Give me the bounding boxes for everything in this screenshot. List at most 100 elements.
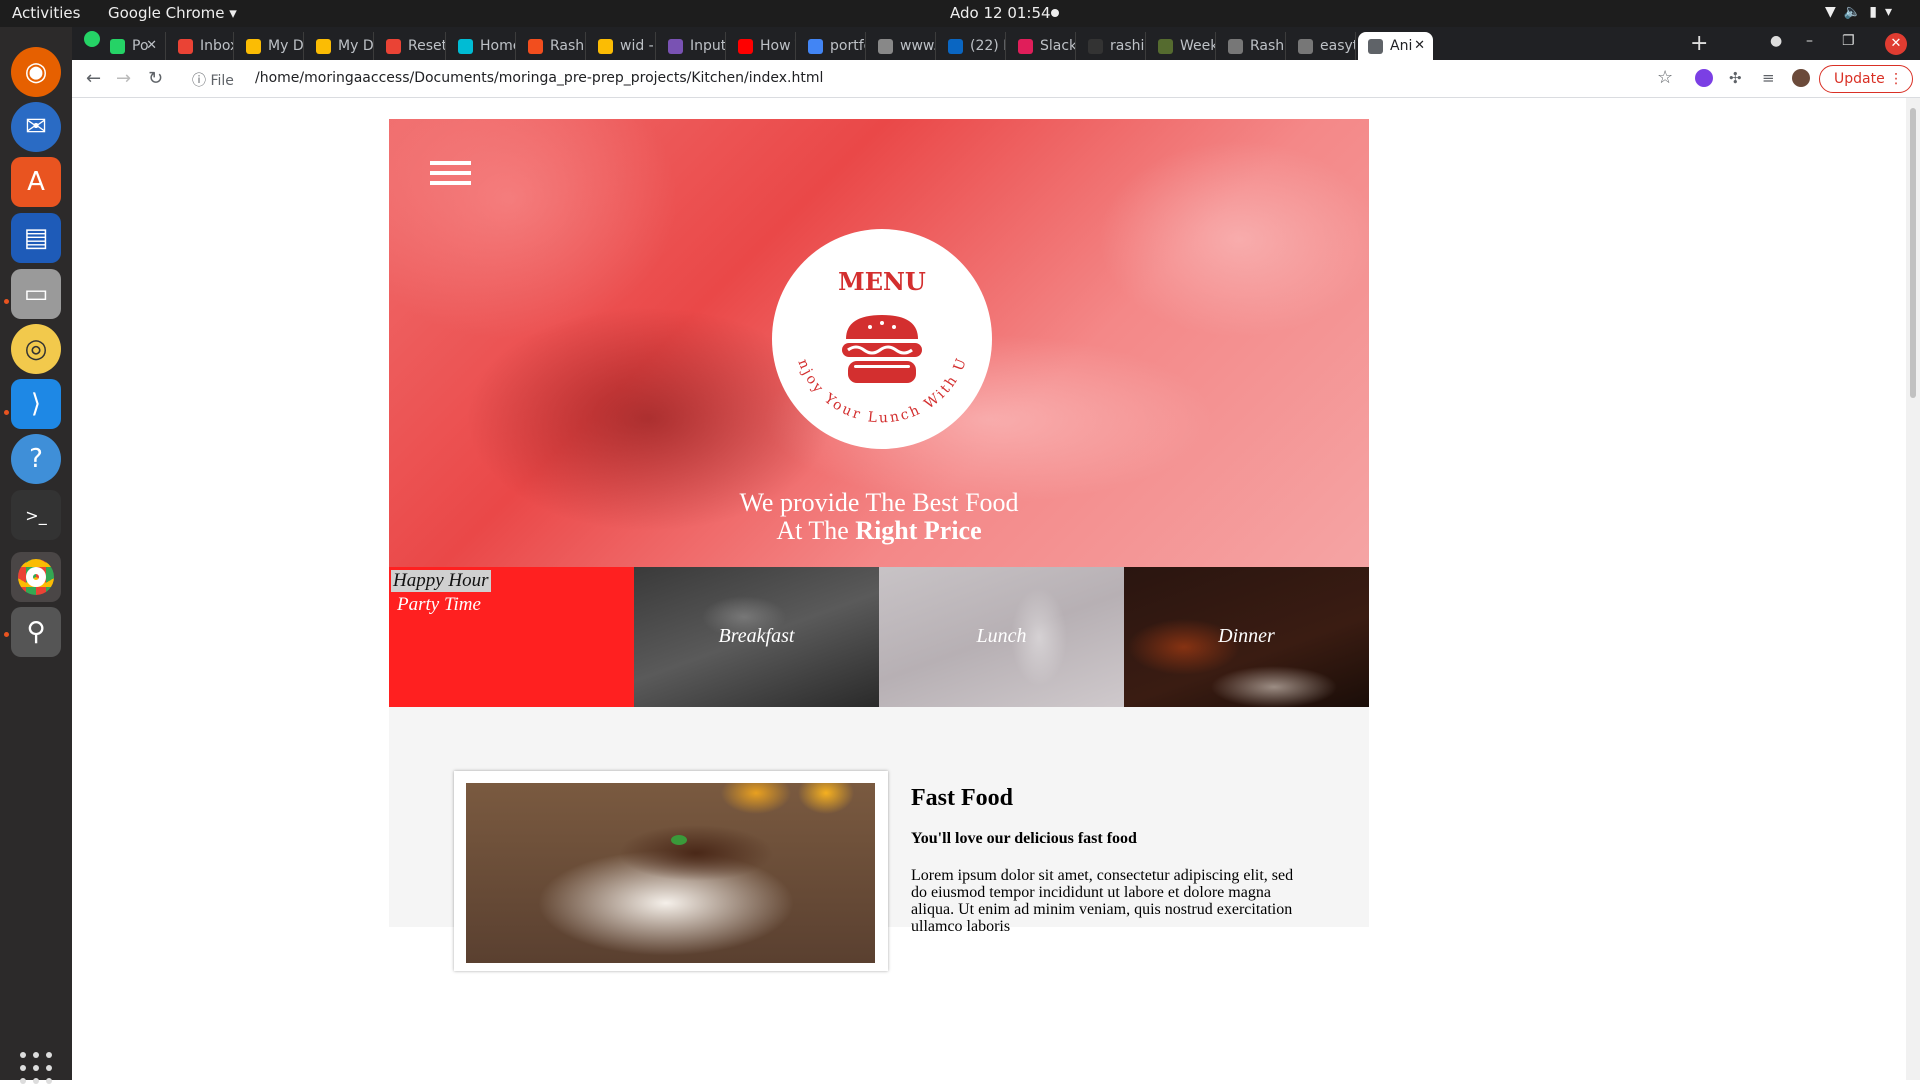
reload-button[interactable]: ↻ [148,68,163,89]
hamburger-menu-icon[interactable] [430,161,471,185]
browser-tab[interactable]: Input [658,32,726,60]
writer-icon[interactable]: ▤ [11,213,61,263]
site-info[interactable]: ⓘ File [192,70,234,90]
browser-tab[interactable]: Rashic [1218,32,1286,60]
terminal-icon[interactable]: >_ [11,490,61,540]
bookmark-star-icon[interactable]: ☆ [1657,67,1673,88]
browser-tab[interactable]: Week [1148,32,1216,60]
browser-tab[interactable]: easyta [1288,32,1356,60]
scroll-thumb[interactable] [1910,108,1916,398]
browser-tab[interactable]: www. [868,32,936,60]
chrome-icon[interactable] [11,552,61,602]
tab-label: My Dr [338,38,374,54]
tab-label: Home [480,38,515,54]
dinner-label: Dinner [1218,625,1275,647]
close-window-button[interactable]: ✕ [1885,33,1907,55]
breakfast-card[interactable]: Breakfast [634,567,879,707]
activities-button[interactable]: Activities [12,4,80,22]
dinner-card[interactable]: Dinner [1124,567,1369,707]
power-icon: ▾ [1884,4,1900,20]
browser-tab[interactable]: My Dr [306,32,374,60]
tab-favicon-icon [1368,39,1383,54]
restore-button[interactable]: ❐ [1842,33,1855,49]
browser-tab[interactable]: Reset [376,32,446,60]
app-menu[interactable]: Google Chrome ▾ [108,4,237,22]
hero-tagline: We provide The Best Food At The Right Pr… [389,489,1369,545]
tab-label: Slack | [1040,38,1076,54]
svg-text:Enjoy Your Lunch With Us: Enjoy Your Lunch With Us [772,229,971,426]
tab-favicon-icon [1298,39,1313,54]
browser-tab[interactable]: Slack | [1008,32,1076,60]
update-button[interactable]: Update ⋮ [1819,65,1913,93]
tab-label: (22) B [970,38,1005,54]
whatsapp-tab-icon[interactable] [84,31,100,51]
info-icon: ⓘ [192,73,211,89]
tab-favicon-icon [808,39,823,54]
forward-button[interactable]: → [116,68,131,89]
vscode-icon[interactable]: ⟩ [11,379,61,429]
tab-close-icon[interactable]: ✕ [146,38,157,53]
happy-hour-card[interactable]: Happy Hour Party Time [389,567,634,707]
screenshot-tool-icon[interactable]: ⚲ [11,607,61,657]
tab-label: www. [900,38,936,54]
tab-favicon-icon [110,39,125,54]
browser-tab[interactable]: Rashic [518,32,586,60]
browser-tab[interactable]: rashid [1078,32,1146,60]
section-subtitle: You'll love our delicious fast food [911,830,1137,847]
hero-highlight: Right Price [855,516,982,545]
logo-tagline: Enjoy Your Lunch With Us [772,229,971,426]
browser-tab[interactable]: wid - C [588,32,656,60]
profile-avatar[interactable] [1792,69,1810,87]
lunch-label: Lunch [976,625,1027,647]
tab-label: Rashic [550,38,585,54]
rhythmbox-icon[interactable]: ◎ [11,324,61,374]
tab-favicon-icon [386,39,401,54]
tab-favicon-icon [178,39,193,54]
volume-icon: 🔈 [1843,4,1870,20]
browser-tab[interactable]: portfo [798,32,866,60]
browser-tab[interactable]: Home [448,32,516,60]
new-tab-button[interactable]: + [1690,31,1708,56]
browser-tab[interactable]: Ani ✕ [1358,32,1433,60]
reading-list-icon[interactable]: ≡ [1762,69,1780,87]
happy-hour-subtitle: Party Time [397,594,481,615]
thunderbird-icon[interactable]: ✉ [11,102,61,152]
tab-label: wid - C [620,38,655,54]
extension-icon[interactable] [1695,69,1713,87]
files-icon[interactable]: ▭ [11,269,61,319]
dessert-photo-frame [454,771,888,971]
tab-favicon-icon [528,39,543,54]
hero-banner: MENU Enjoy Your Lunch With Us [389,119,1369,567]
browser-tab[interactable]: My Dr [236,32,304,60]
firefox-icon[interactable]: ◉ [11,47,61,97]
browser-tab[interactable]: How T [728,32,796,60]
page-scrollbar[interactable] [1906,98,1920,1080]
hero-line-1: We provide The Best Food [739,488,1019,517]
running-indicator [4,632,9,637]
show-applications-icon[interactable] [20,1052,52,1084]
extensions-puzzle-icon[interactable]: ✣ [1729,69,1747,87]
software-center-icon[interactable]: A [11,157,61,207]
browser-tab[interactable]: Inbox [168,32,234,60]
tab-search-icon[interactable]: ● [1770,33,1782,49]
lunch-card[interactable]: Lunch [879,567,1124,707]
kitchen-page: MENU Enjoy Your Lunch With Us [389,119,1369,971]
minimize-button[interactable]: – [1806,33,1813,49]
running-indicator [4,299,9,304]
help-icon[interactable]: ? [11,434,61,484]
browser-tab[interactable]: (22) B [938,32,1006,60]
fast-food-section: Fast Food You'll love our delicious fast… [389,707,1369,971]
browser-tab[interactable]: Po ✕ [100,32,166,60]
wifi-icon: ▼ [1825,4,1844,20]
tab-label: portfo [830,38,865,54]
dessert-photo [466,783,875,963]
tab-favicon-icon [246,39,261,54]
tab-favicon-icon [1158,39,1173,54]
back-button[interactable]: ← [86,68,101,89]
clock[interactable]: Ado 12 01:54 [950,4,1051,22]
tab-close-icon[interactable]: ✕ [1414,38,1425,53]
tab-favicon-icon [598,39,613,54]
tab-label: easyta [1320,38,1355,54]
address-bar[interactable]: /home/moringaaccess/Documents/moringa_pr… [255,70,823,86]
system-tray[interactable]: ▼🔈▮▾ [1825,4,1900,20]
